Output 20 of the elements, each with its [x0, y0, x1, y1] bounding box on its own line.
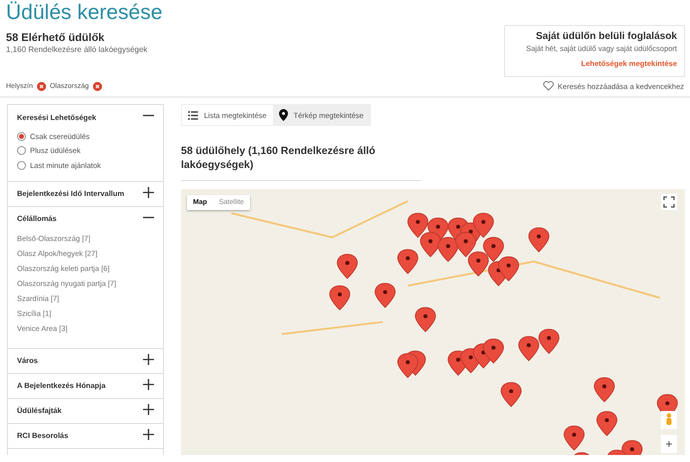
- heart-icon[interactable]: [542, 81, 554, 91]
- remove-icon[interactable]: [92, 82, 102, 90]
- list-icon: [188, 110, 198, 120]
- results-heading: 58 üdülőhely (1,160 Rendelkezésre álló lakóegységek): [181, 144, 421, 181]
- remove-icon[interactable]: [36, 82, 46, 90]
- page-title: Üdülés keresése: [6, 0, 162, 26]
- radio-button[interactable]: [17, 160, 26, 170]
- map-pin-icon: [278, 109, 288, 121]
- plus-icon[interactable]: [143, 378, 154, 390]
- plus-icon[interactable]: [143, 354, 154, 364]
- plus-icon[interactable]: [143, 186, 154, 198]
- radio-button[interactable]: [17, 146, 26, 156]
- plus-icon[interactable]: [143, 404, 154, 414]
- results-count: 58 Elérhető üdülők: [6, 32, 106, 44]
- promo-title: Saját üdülőn belüli foglalások: [534, 31, 677, 42]
- fullscreen-icon[interactable]: [661, 194, 677, 210]
- radio-button[interactable]: [17, 132, 26, 141]
- zoom-in-button[interactable]: +: [661, 435, 677, 453]
- plus-icon[interactable]: [143, 428, 154, 440]
- units-count: 1,160 Rendelkezésre álló lakóegységek: [6, 45, 148, 54]
